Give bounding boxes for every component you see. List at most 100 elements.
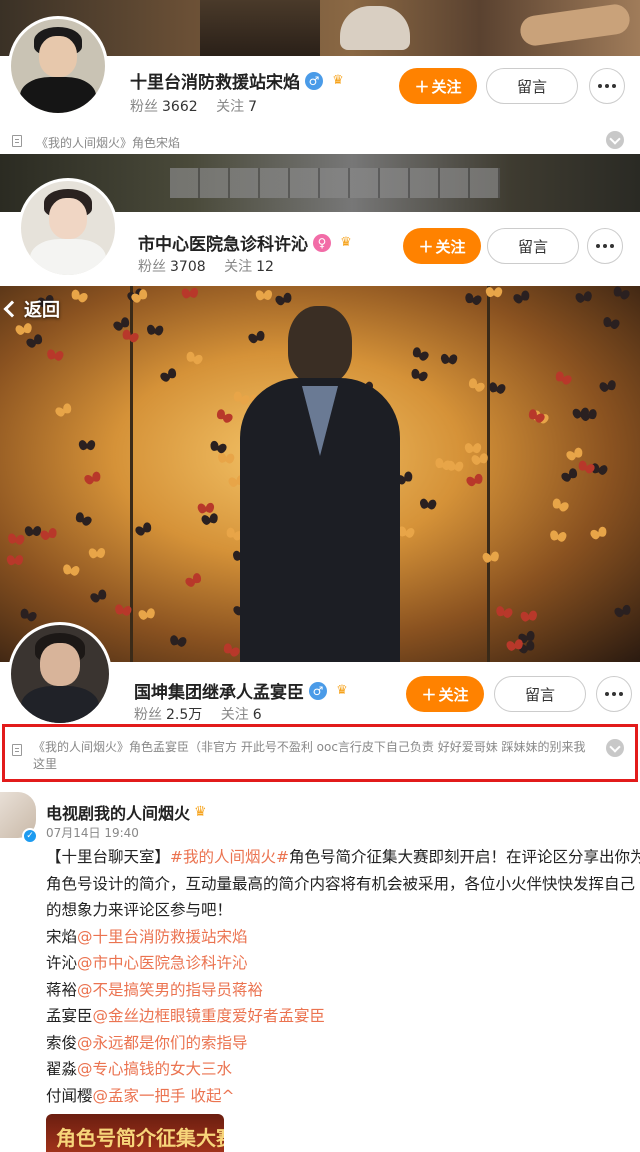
fans-count: 3708 [170,259,206,275]
follow-count: 7 [248,99,258,115]
profile-stats: 粉丝 2.5万 关注 6 [134,707,262,723]
butterfly-decoration [512,289,531,306]
chevron-left-icon [3,300,21,318]
butterfly-decoration [147,324,164,337]
follow-button[interactable]: ＋关注 [399,68,477,104]
mention-link[interactable]: @永远都是你们的索指导 [77,1034,248,1052]
chevron-up-icon: ^ [221,1086,235,1105]
more-button[interactable] [596,676,632,712]
butterfly-decoration [89,548,105,561]
butterfly-decoration [575,291,593,306]
post-image[interactable]: 角色号简介征集大赛 [46,1114,224,1152]
crown-icon: ♛ [336,683,348,698]
butterfly-decoration [553,370,573,388]
profile-name[interactable]: 国坤集团继承人孟宴臣 ♂ ♛ [134,678,352,703]
butterfly-decoration [599,379,617,394]
butterfly-decoration [18,608,37,625]
male-icon: ♂ [305,71,323,90]
butterfly-decoration [602,316,621,332]
message-button[interactable]: 留言 [487,228,579,264]
crown-icon: ♛ [340,235,352,250]
mention-row: 宋焰@十里台消防救援站宋焰 [46,927,248,946]
mention-row: 索俊@永远都是你们的索指导 [46,1033,248,1052]
mention-row: 蒋裕@不是搞笑男的指导员蒋裕 [46,980,264,999]
profile-stats: 粉丝 3662 关注 7 [130,99,258,115]
butterfly-decoration [572,407,589,421]
fans-count: 2.5万 [166,707,203,723]
butterfly-decoration [79,440,95,452]
profile-description: 《我的人间烟火》角色宋焰 [0,126,640,154]
chevron-down-icon[interactable] [606,131,624,149]
avatar-mengyanchen[interactable] [8,622,112,726]
mention-link[interactable]: @十里台消防救援站宋焰 [77,928,248,946]
fans-count: 3662 [162,99,198,115]
butterfly-decoration [549,530,567,545]
back-button[interactable]: 返回 [3,296,60,322]
butterfly-decoration [69,289,88,306]
verified-icon: ✓ [22,828,38,844]
follow-button[interactable]: ＋关注 [406,676,484,712]
butterfly-decoration [486,287,502,299]
more-button[interactable] [587,228,623,264]
butterfly-decoration [114,604,132,619]
male-icon: ♂ [309,681,327,700]
butterfly-decoration [54,402,74,420]
crown-icon: ♛ [194,804,207,820]
butterfly-decoration [589,526,608,543]
profile-name[interactable]: 市中心医院急诊科许沁 ♀ ♛ [138,230,356,255]
butterfly-decoration [83,471,102,488]
post-body: 【十里台聊天室】#我的人间烟火#角色号简介征集大赛即刻开启！在评论区分享出你为 … [46,844,640,1109]
plus-icon: ＋ [421,686,437,704]
plus-icon: ＋ [418,238,434,256]
butterfly-decoration [40,527,59,543]
message-button[interactable]: 留言 [494,676,586,712]
mention-link[interactable]: @金丝边框眼镜重度爱好者孟宴臣 [93,1007,326,1025]
plus-icon: ＋ [414,78,430,96]
butterfly-decoration [614,604,633,620]
weibo-post: ✓ 电视剧我的人间烟火 ♛ 07月14日 19:40 【十里台聊天室】#我的人间… [0,786,640,1152]
mention-row: 许沁@市中心医院急诊科许沁 [46,954,248,972]
profile-stats: 粉丝 3708 关注 12 [138,259,274,275]
butterfly-decoration [89,588,108,605]
hashtag-link[interactable]: #我的人间烟火# [170,848,289,866]
message-button[interactable]: 留言 [486,68,578,104]
follow-count: 6 [252,707,262,723]
butterfly-decoration [465,443,481,455]
butterfly-decoration [256,290,272,303]
post-author-name[interactable]: 电视剧我的人间烟火 ♛ [46,800,207,824]
mention-link[interactable]: @市中心医院急诊科许沁 [77,954,248,972]
follow-button[interactable]: ＋关注 [403,228,481,264]
follow-count: 12 [256,259,274,275]
collapse-link[interactable]: 收起^ [190,1087,234,1105]
avatar-songyan[interactable] [8,16,108,116]
butterfly-decoration [7,555,23,567]
butterfly-decoration [7,533,25,547]
profile-name[interactable]: 十里台消防救援站宋焰 ♂ ♛ [130,68,348,93]
document-icon [12,135,22,147]
butterfly-decoration [15,322,33,337]
mention-link[interactable]: @不是搞笑男的指导员蒋裕 [77,981,263,999]
butterfly-decoration [25,526,41,538]
butterfly-decoration [441,354,458,367]
butterfly-decoration [46,349,64,364]
butterfly-decoration [62,564,80,579]
avatar-xuqin[interactable] [18,178,118,278]
butterfly-decoration [550,497,569,514]
mention-row: 翟淼@专心搞钱的女大三水 [46,1060,233,1078]
butterfly-decoration [520,610,537,624]
butterfly-decoration [611,286,630,303]
post-timestamp: 07月14日 19:40 [46,826,139,840]
butterfly-decoration [182,287,199,300]
mention-row: 付闻樱@孟家一把手 收起^ [46,1086,235,1105]
butterfly-decoration [73,511,93,529]
mention-link[interactable]: @专心搞钱的女大三水 [77,1060,232,1078]
butterfly-decoration [419,498,436,512]
mention-link[interactable]: @孟家一把手 [93,1087,186,1105]
butterfly-decoration [482,551,500,565]
female-icon: ♀ [313,233,331,252]
cover-image-mengyanchen [0,286,640,662]
mention-row: 孟宴臣@金丝边框眼镜重度爱好者孟宴臣 [46,1007,326,1025]
butterfly-decoration [495,605,513,620]
butterfly-decoration [25,333,45,351]
more-button[interactable] [589,68,625,104]
